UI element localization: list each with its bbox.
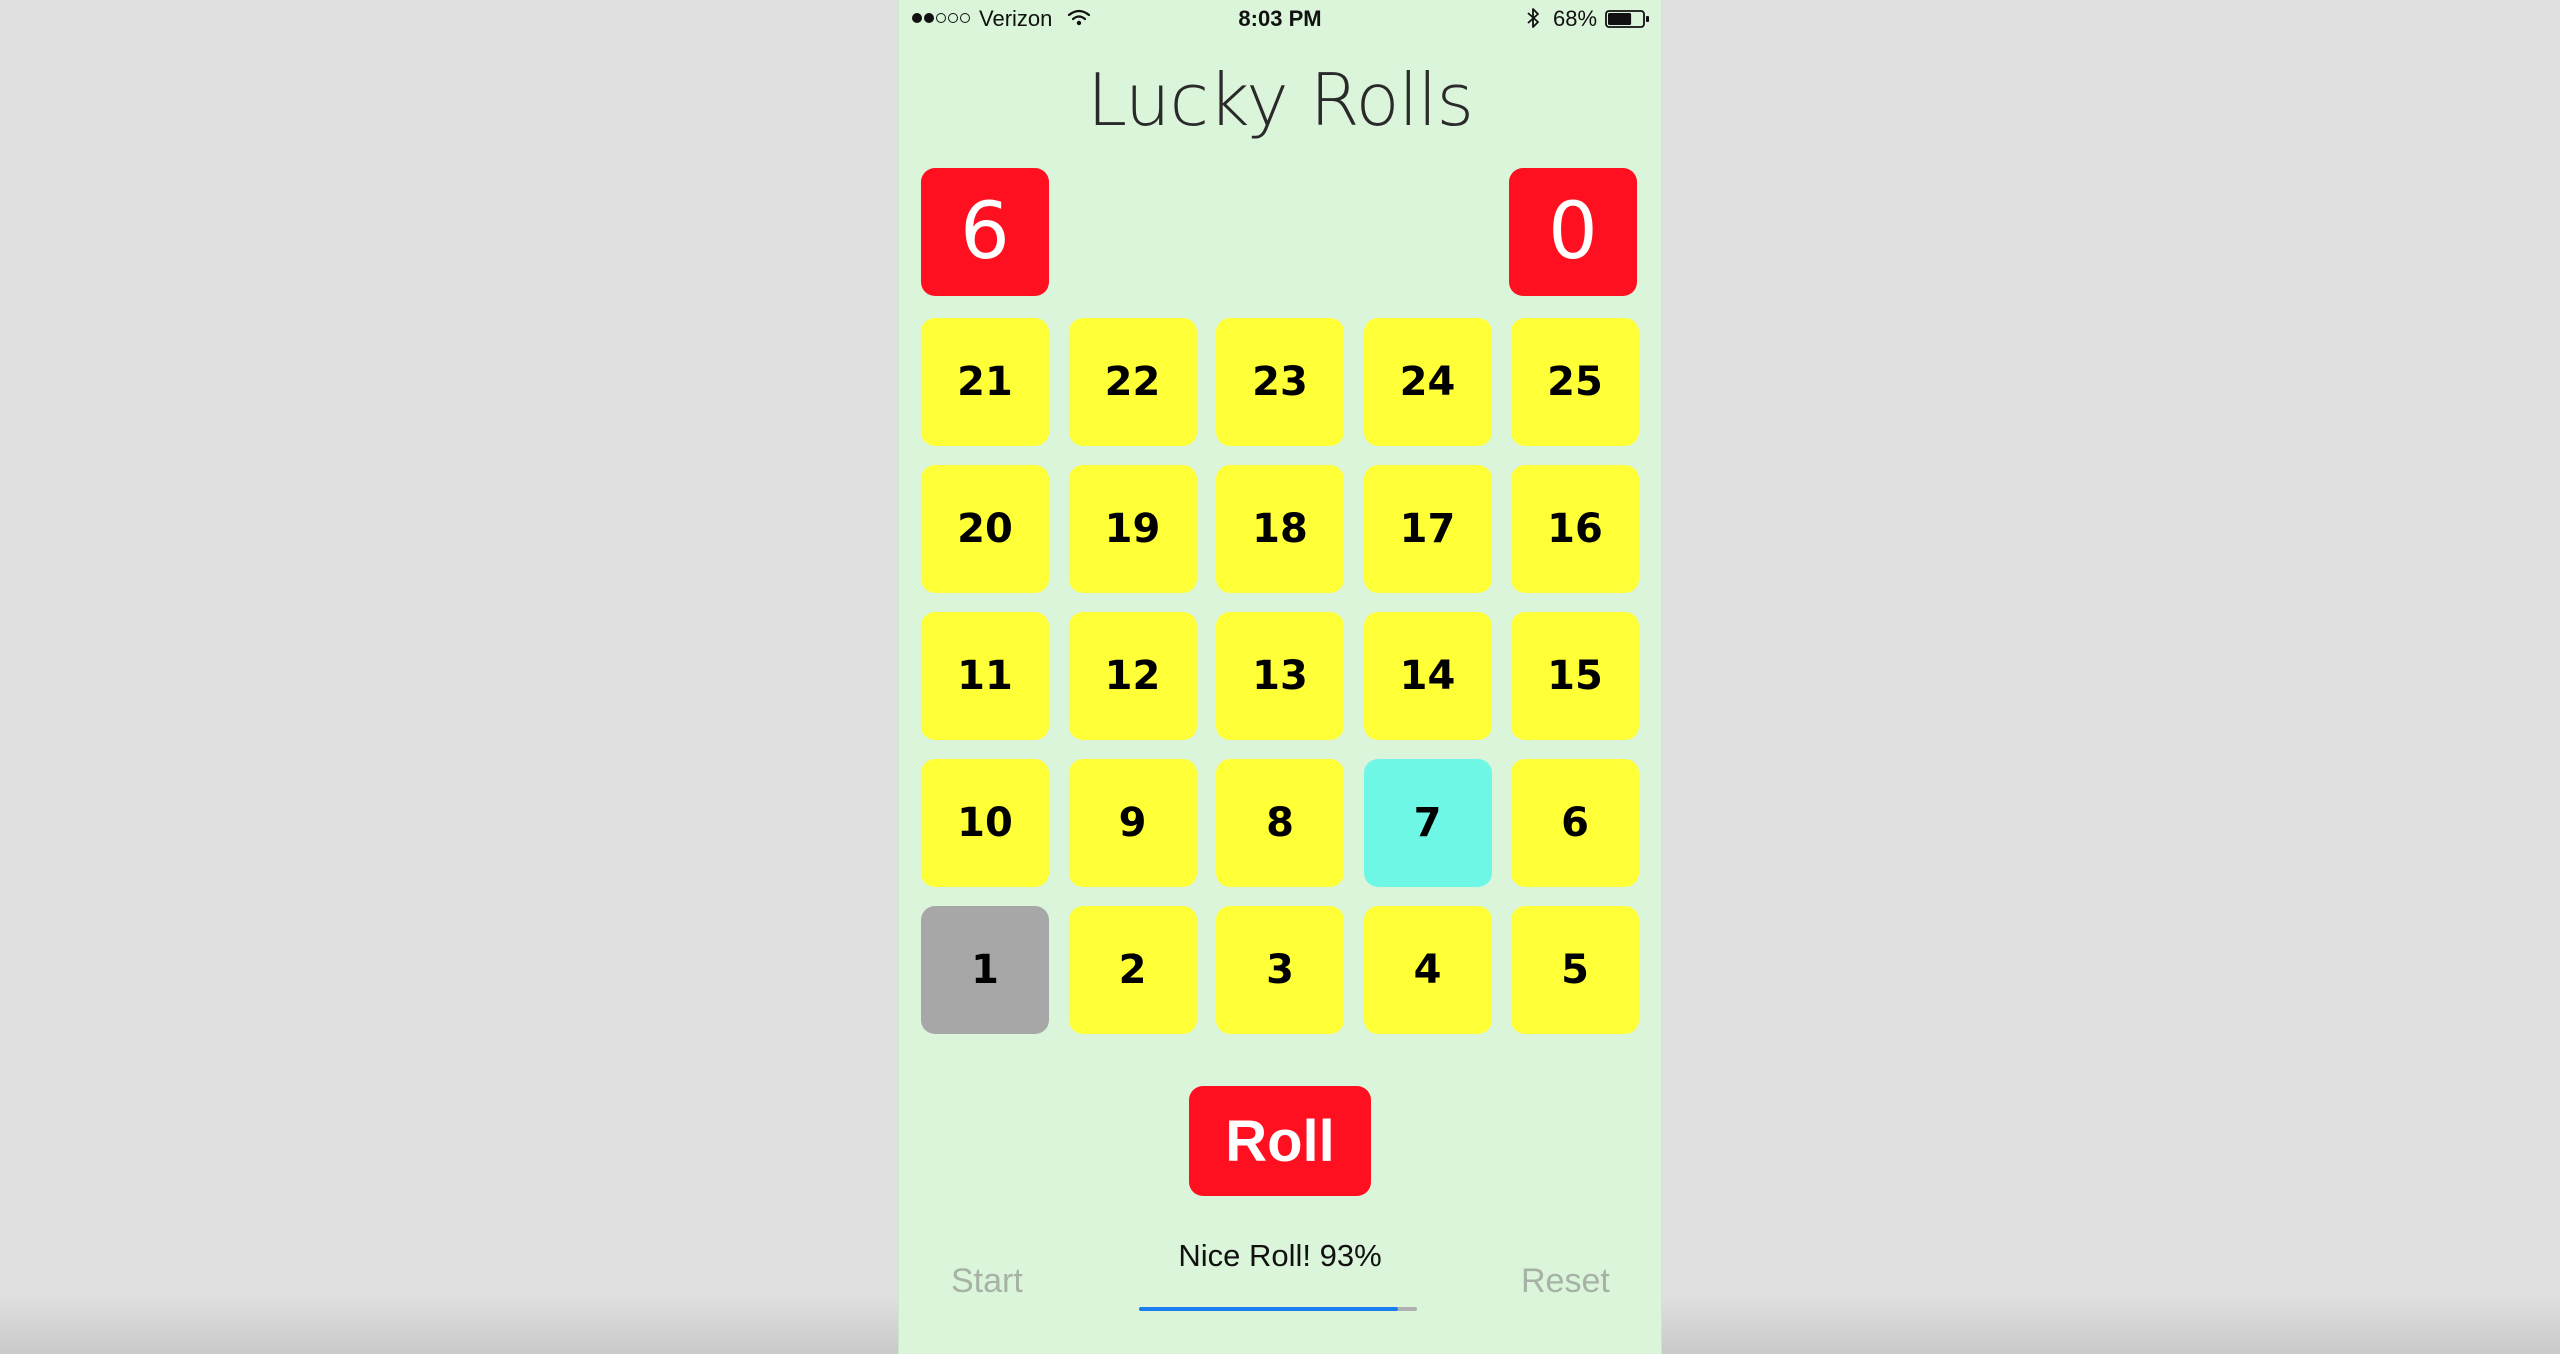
board-tile-18: 18 (1216, 465, 1344, 593)
board-tile-12: 12 (1068, 612, 1197, 740)
board-tile-22: 22 (1068, 318, 1197, 446)
board-tile-25: 25 (1511, 318, 1639, 446)
board-tile-4: 4 (1363, 906, 1492, 1034)
board-tile-10: 10 (921, 759, 1049, 887)
board-tile-7: 7 (1363, 759, 1492, 887)
roll-progress-fill (1139, 1307, 1398, 1311)
board-tile-6: 6 (1511, 759, 1639, 887)
phone-screen: Verizon 8:03 PM 68% Lucky Rolls 6 0 21 22… (898, 0, 1662, 1354)
board-tile-5: 5 (1511, 906, 1639, 1034)
app-title: Lucky Rolls (1086, 58, 1474, 142)
battery-percent: 68% (1553, 6, 1598, 31)
reset-button[interactable]: Reset (1521, 1262, 1610, 1301)
battery-icon (1605, 10, 1649, 28)
board-tile-11: 11 (921, 612, 1049, 740)
score-left: 6 (921, 168, 1049, 296)
board-tile-8: 8 (1216, 759, 1344, 887)
status-bar: Verizon 8:03 PM 68% (899, 0, 1661, 40)
board-tile-3: 3 (1216, 906, 1344, 1034)
board-tile-17: 17 (1363, 465, 1492, 593)
board-tile-21: 21 (921, 318, 1049, 446)
board-tile-14: 14 (1363, 612, 1492, 740)
board-tile-13: 13 (1216, 612, 1344, 740)
roll-button[interactable]: Roll (1189, 1086, 1371, 1196)
score-right: 0 (1509, 168, 1637, 296)
board-tile-2: 2 (1068, 906, 1197, 1034)
bluetooth-icon (1527, 8, 1539, 28)
roll-progress-bar (1139, 1307, 1417, 1311)
board-tile-24: 24 (1363, 318, 1492, 446)
board-tile-23: 23 (1216, 318, 1344, 446)
board-tile-15: 15 (1511, 612, 1639, 740)
board-tile-20: 20 (921, 465, 1049, 593)
board-tile-1: 1 (921, 906, 1049, 1034)
status-time: 8:03 PM (1238, 6, 1322, 31)
board-tile-16: 16 (1511, 465, 1639, 593)
game-board: 21 22 23 24 25 20 19 18 17 16 11 12 13 14 15 10 9 8 7 6 1 2 3 4… (921, 318, 1639, 1034)
board-tile-9: 9 (1068, 759, 1197, 887)
board-tile-19: 19 (1068, 465, 1197, 593)
